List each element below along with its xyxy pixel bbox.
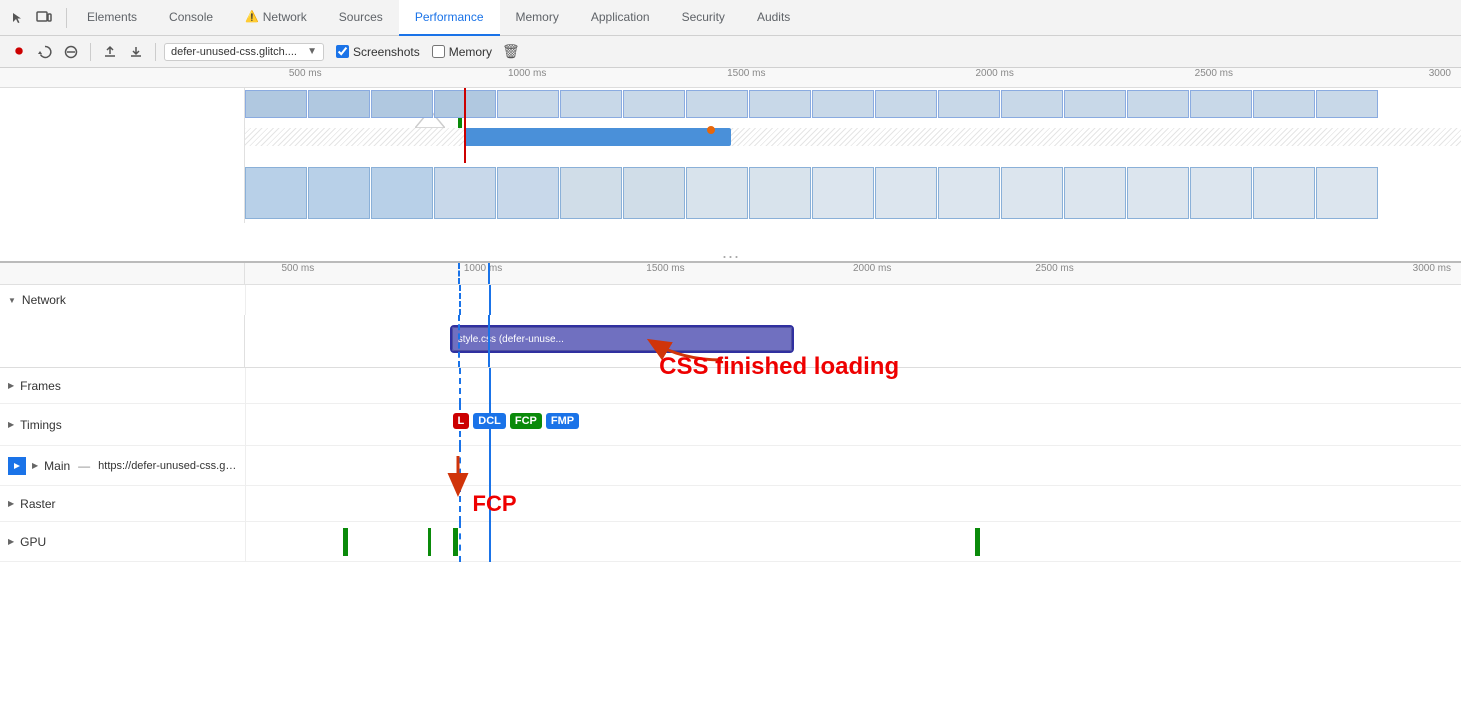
main-arrow: ▶ [32, 461, 38, 470]
css-resource-bar[interactable]: style.css (defer-unuse... [452, 327, 792, 351]
dashed-vline-resource [458, 315, 460, 367]
timings-label[interactable]: ▶ Timings [0, 404, 245, 445]
memory-label[interactable]: Memory [449, 45, 492, 59]
overview-ruler-top: 500 ms 1000 ms 1500 ms 2000 ms 2500 ms 3… [0, 68, 1461, 88]
gpu-label[interactable]: ▶ GPU [0, 522, 245, 561]
warning-icon: ⚠️ [245, 10, 259, 23]
memory-checkbox[interactable] [432, 45, 445, 58]
red-vline-overview [464, 88, 466, 163]
screenshots-checkbox-group: Screenshots [336, 45, 420, 59]
gpu-bar-3 [453, 528, 458, 556]
main-icon [8, 457, 26, 475]
badge-dcl: DCL [473, 413, 506, 429]
performance-toolbar: ⏺ defer-unused-css.glitch.... ▼ [0, 36, 1461, 68]
gpu-bar-2 [428, 528, 431, 556]
hatch-before [245, 128, 464, 146]
gpu-bar-4 [975, 528, 980, 556]
tab-application[interactable]: Application [575, 0, 666, 36]
network-resource-content: style.css (defer-unuse... [245, 315, 1461, 367]
memory-checkbox-group: Memory [432, 45, 492, 59]
gpu-content [245, 522, 1461, 562]
timings-row: ▶ Timings L DCL FCP FMP [0, 404, 1461, 446]
network-header-row: ▼ Network [0, 285, 1461, 315]
devtools-icons [8, 8, 67, 28]
clear-button[interactable] [60, 41, 82, 63]
frames-label[interactable]: ▶ Frames [0, 368, 245, 403]
reload-record-button[interactable] [34, 41, 56, 63]
url-text: defer-unused-css.glitch.... [171, 46, 303, 58]
dashed-vline-network [459, 285, 461, 315]
main-content: FCP [245, 446, 1461, 486]
tab-console[interactable]: Console [153, 0, 229, 36]
device-icon[interactable] [34, 8, 54, 28]
screenshots-label[interactable]: Screenshots [353, 45, 420, 59]
screenshot-strip-top [245, 88, 1461, 123]
frames-content [245, 368, 1461, 404]
main-label[interactable]: ▶ Main — https://defer-unused-css.glitch… [0, 446, 245, 485]
timings-arrow: ▶ [8, 420, 14, 429]
separator-1 [90, 43, 91, 61]
badge-l: L [453, 413, 470, 429]
gpu-arrow: ▶ [8, 537, 14, 546]
tracks-section: ▶ Frames ▶ Timings L DCL [0, 368, 1461, 711]
tab-performance[interactable]: Performance [399, 0, 500, 36]
tab-security[interactable]: Security [666, 0, 741, 36]
download-button[interactable] [125, 41, 147, 63]
gpu-bar-1 [343, 528, 348, 556]
gpu-row: ▶ GPU [0, 522, 1461, 562]
blue-vline-network [489, 285, 491, 315]
main-row: ▶ Main — https://defer-unused-css.glitch… [0, 446, 1461, 486]
frames-row: ▶ Frames [0, 368, 1461, 404]
frames-arrow: ▶ [8, 381, 14, 390]
record-button[interactable]: ⏺ [8, 41, 30, 63]
hatch-after [731, 128, 1461, 146]
badge-fmp: FMP [546, 413, 579, 429]
cursor-icon[interactable] [8, 8, 28, 28]
blue-vline-resource [488, 315, 490, 367]
network-resource-row: style.css (defer-unuse... [0, 315, 1461, 367]
drag-handle[interactable]: ··· [722, 253, 740, 259]
tab-bar: Elements Console ⚠️ Network Sources Perf… [0, 0, 1461, 36]
network-arrow: ▼ [8, 296, 16, 305]
timings-content: L DCL FCP FMP [245, 404, 1461, 446]
trash-button[interactable]: 🗑 [502, 43, 520, 60]
upload-button[interactable] [99, 41, 121, 63]
network-section: ▼ Network style.css (defer-unuse... [0, 285, 1461, 368]
blue-vline-ruler [488, 263, 490, 284]
network-track-content-header [245, 285, 1461, 315]
raster-content [245, 486, 1461, 522]
screenshot-row-bottom [0, 163, 1461, 223]
detail-ruler: 500 ms 1000 ms 1500 ms 2000 ms 2500 ms 3… [0, 263, 1461, 285]
badge-fcp: FCP [510, 413, 542, 429]
raster-row: ▶ Raster [0, 486, 1461, 522]
url-input[interactable]: defer-unused-css.glitch.... ▼ [164, 43, 324, 61]
screenshots-checkbox[interactable] [336, 45, 349, 58]
css-bar [464, 128, 732, 146]
timing-badges: L DCL FCP FMP [453, 413, 582, 429]
tab-memory[interactable]: Memory [500, 0, 575, 36]
raster-label[interactable]: ▶ Raster [0, 486, 245, 521]
tab-audits[interactable]: Audits [741, 0, 806, 36]
separator-2 [155, 43, 156, 61]
network-label[interactable]: ▼ Network [0, 285, 245, 315]
tab-sources[interactable]: Sources [323, 0, 399, 36]
overview-chart [0, 88, 1461, 163]
url-dropdown-arrow: ▼ [307, 46, 317, 57]
dashed-vline-ruler [458, 263, 460, 284]
tab-elements[interactable]: Elements [71, 0, 153, 36]
tab-network[interactable]: ⚠️ Network [229, 0, 323, 36]
raster-arrow: ▶ [8, 499, 14, 508]
